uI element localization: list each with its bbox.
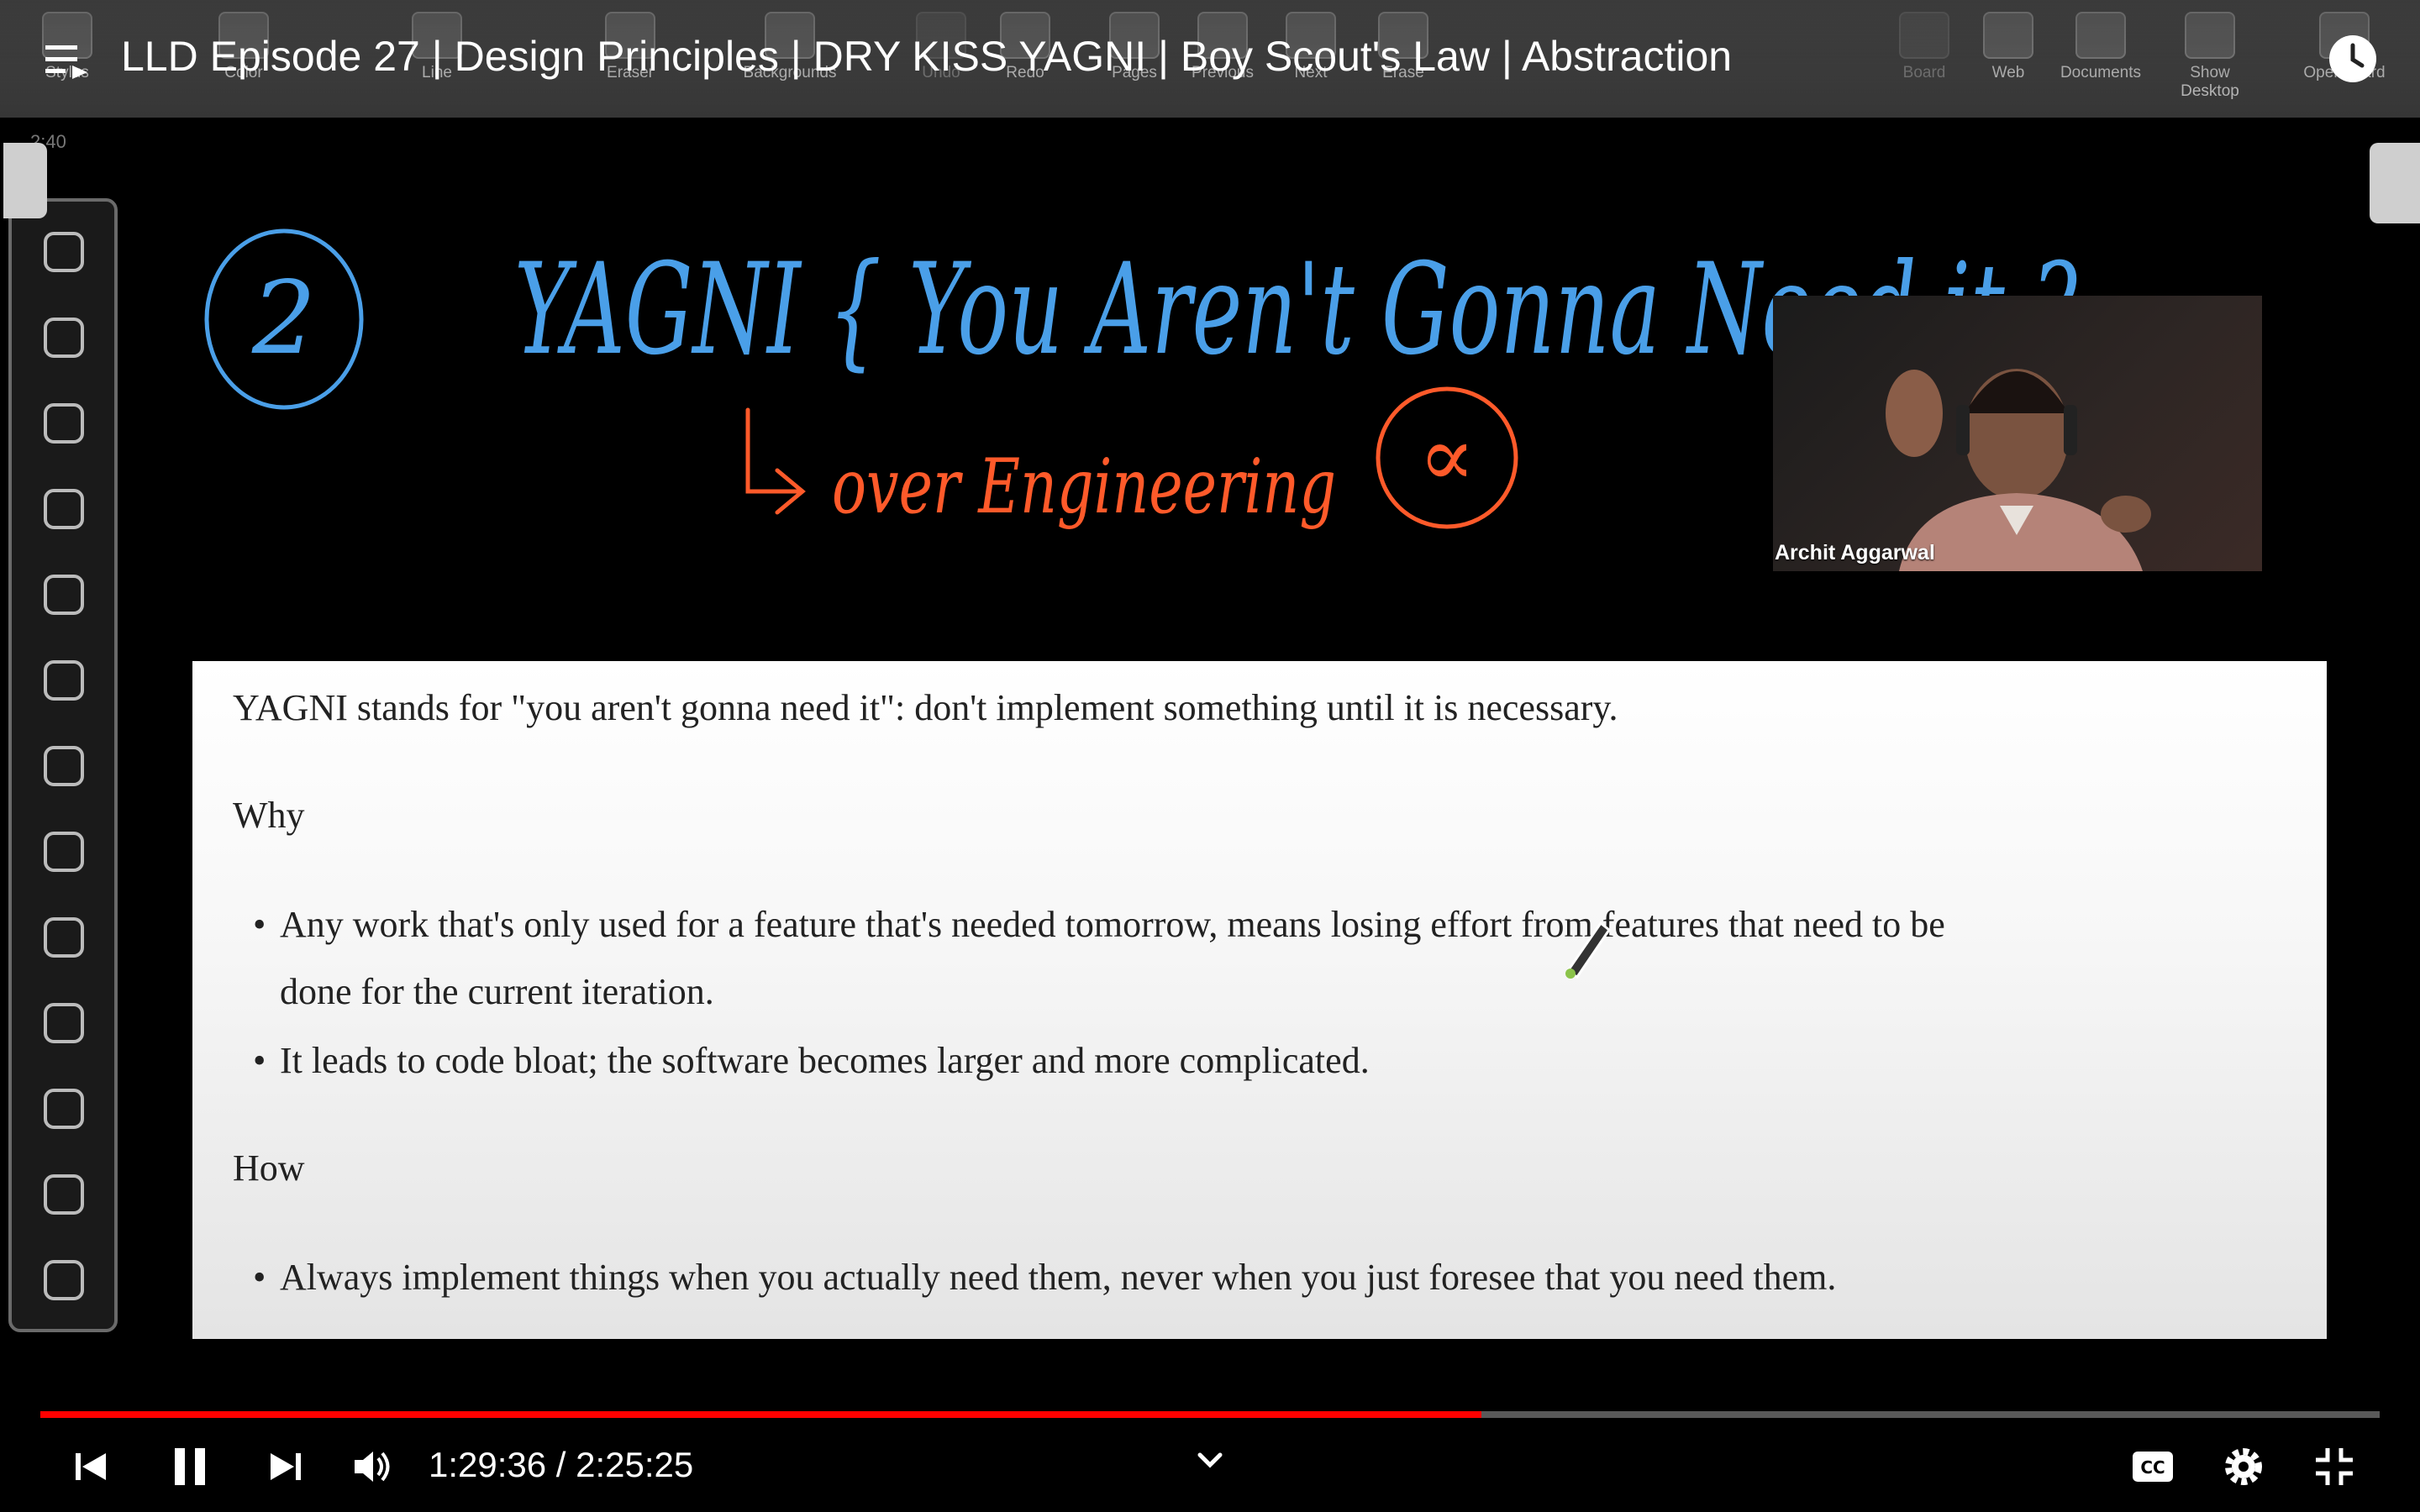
text-slide: YAGNI stands for "you aren't gonna need … xyxy=(192,661,2327,1339)
openboard-left-toolbar xyxy=(8,198,118,1332)
pen-icon xyxy=(30,218,97,286)
slide-intro: YAGNI stands for "you aren't gonna need … xyxy=(233,687,1618,728)
arrow-icon xyxy=(745,407,806,515)
eraser-icon xyxy=(30,304,97,371)
bullet-mark: • xyxy=(253,1257,266,1298)
hand-icon xyxy=(30,647,97,714)
watch-later-icon[interactable] xyxy=(2328,34,2378,84)
exit-fullscreen-icon[interactable] xyxy=(2309,1441,2360,1492)
slide-how-heading: How xyxy=(233,1147,305,1189)
right-panel-toggle[interactable] xyxy=(2370,143,2420,223)
how-bullet-1: Always implement things when you actuall… xyxy=(280,1257,1837,1298)
video-frame: StylusColorLineEraserBackgroundsUndoRedo… xyxy=(0,0,2420,1512)
video-title[interactable]: LLD Episode 27 | Design Principles | DRY… xyxy=(121,32,1732,81)
previous-icon[interactable] xyxy=(67,1441,118,1492)
time-display: 1:29:36 / 2:25:25 xyxy=(429,1445,694,1484)
slide-why-heading: Why xyxy=(233,795,305,836)
bullet-mark: • xyxy=(253,1040,266,1081)
zoom-in-icon xyxy=(30,732,97,800)
pointer-icon xyxy=(30,475,97,543)
settings-gear-icon[interactable] xyxy=(2218,1441,2269,1492)
laser-pointer-icon xyxy=(30,561,97,628)
capture-pen-icon xyxy=(30,904,97,971)
webcam-feed xyxy=(1773,296,2262,571)
progress-played xyxy=(40,1411,1481,1418)
captions-icon[interactable]: CC xyxy=(2128,1441,2178,1492)
next-icon[interactable] xyxy=(259,1441,309,1492)
svg-text:CC: CC xyxy=(2140,1457,2165,1478)
chevron-down-icon[interactable] xyxy=(1185,1436,1235,1487)
left-panel-toggle[interactable] xyxy=(3,143,47,218)
volume-icon[interactable] xyxy=(348,1441,398,1492)
grid-icon xyxy=(30,1161,97,1228)
keyboard-icon xyxy=(30,1247,97,1314)
pen-cursor-icon xyxy=(1565,921,1612,979)
playlist-menu-icon[interactable] xyxy=(45,42,89,79)
line-icon xyxy=(30,990,97,1057)
why-bullet-1-line1: Any work that's only used for a feature … xyxy=(280,904,1945,945)
bullet-mark: • xyxy=(253,904,266,945)
why-bullet-1-line2: done for the current iteration. xyxy=(280,971,714,1012)
pause-icon[interactable] xyxy=(165,1441,215,1492)
handwritten-subtitle: over Engineering xyxy=(832,443,1336,531)
proportional-symbol: ∝ xyxy=(1418,407,1476,506)
marker-icon xyxy=(30,390,97,457)
text-icon xyxy=(30,1075,97,1142)
handwritten-number: 2 xyxy=(251,260,316,377)
why-bullet-2: It leads to code bloat; the software bec… xyxy=(280,1040,1370,1081)
participant-name-label: Archit Aggarwal xyxy=(1775,541,1935,564)
zoom-out-icon xyxy=(30,818,97,885)
presenter-image xyxy=(1886,369,2151,571)
progress-bar[interactable] xyxy=(40,1411,2380,1418)
